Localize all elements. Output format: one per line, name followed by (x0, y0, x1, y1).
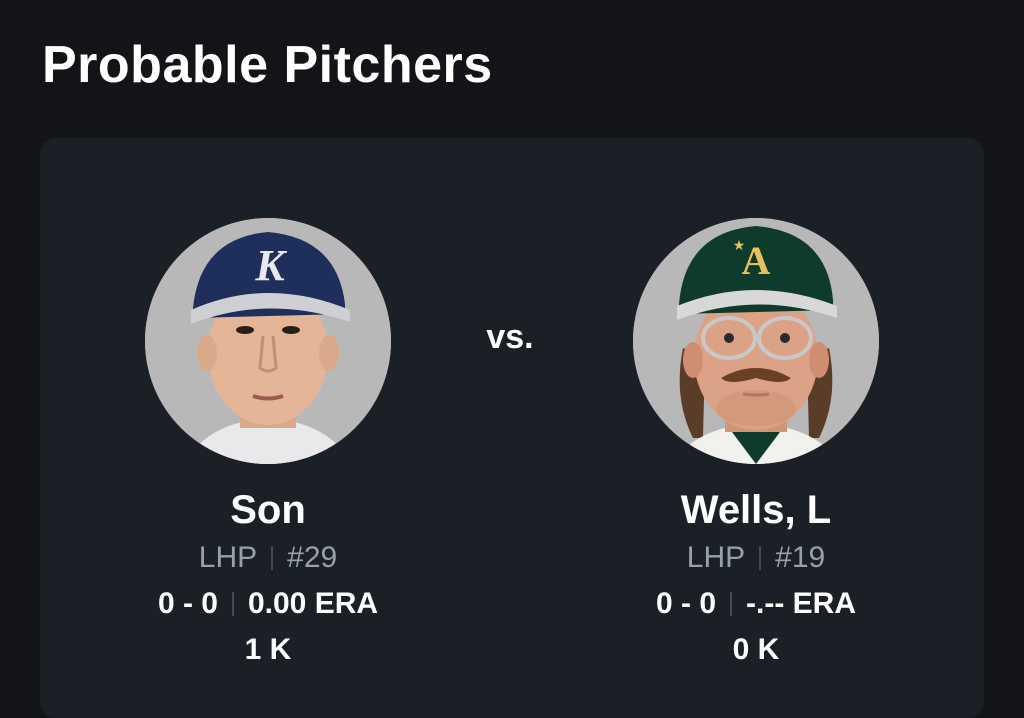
pitcher-record: 0 - 0 (157, 587, 218, 620)
pitcher-era: -.-- ERA (746, 587, 856, 620)
pitcher-position: LHP (686, 541, 746, 574)
pitcher-number: #29 (287, 541, 338, 574)
pitcher-card-home[interactable]: K Son LHP #29 0 - 0 0.00 ERA 1 K (118, 218, 418, 668)
pitcher-meta: LHP #29 (118, 540, 418, 576)
pitcher-era: 0.00 ERA (247, 587, 379, 620)
pitcher-avatar[interactable]: A ★ (633, 218, 879, 464)
divider (271, 546, 274, 570)
pitcher-card-away[interactable]: A ★ Wells, L LHP #19 0 - 0 -.-- ERA 0 K (606, 218, 906, 668)
divider (759, 546, 762, 570)
pitcher-photo: K (145, 218, 391, 464)
pitcher-stats: 0 - 0 -.-- ERA (606, 586, 906, 622)
pitcher-number: #19 (775, 541, 826, 574)
pitcher-avatar[interactable]: K (145, 218, 391, 464)
vs-label: vs. (486, 318, 534, 356)
cap-logo-a: A (742, 238, 771, 283)
pitcher-stats: 0 - 0 0.00 ERA (118, 586, 418, 622)
pitcher-strikeouts: 0 K (732, 633, 780, 666)
pitcher-strikeouts: 1 K (244, 633, 292, 666)
pitcher-name[interactable]: Wells, L (606, 486, 906, 534)
cap-logo-k: K (254, 241, 287, 290)
pitcher-photo: A ★ (633, 218, 879, 464)
pitcher-meta: LHP #19 (606, 540, 906, 576)
pitcher-name[interactable]: Son (118, 486, 418, 534)
pitcher-position: LHP (198, 541, 258, 574)
page-title: Probable Pitchers (42, 36, 493, 94)
divider (231, 592, 234, 616)
divider (730, 592, 733, 616)
pitcher-record: 0 - 0 (655, 587, 717, 620)
svg-text:★: ★ (733, 238, 746, 254)
